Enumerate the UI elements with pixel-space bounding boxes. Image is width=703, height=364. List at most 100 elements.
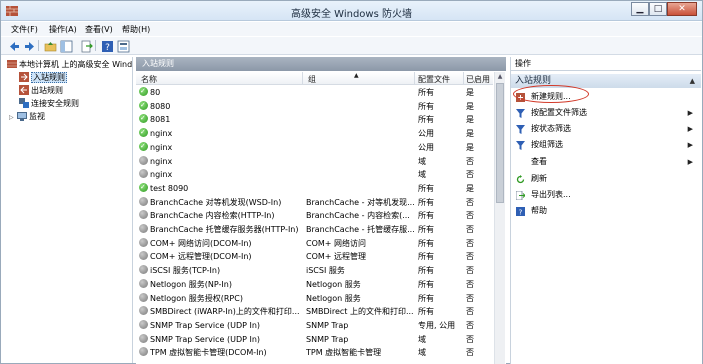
rule-profile: 所有	[418, 225, 434, 234]
help-icon: ?	[102, 41, 113, 53]
tree-root[interactable]: 本地计算机 上的高级安全 Windows...	[7, 59, 133, 71]
rule-name-text: Netlogon 服务(NP-In)	[150, 279, 232, 289]
table-row[interactable]: 8081 所有 是	[136, 113, 493, 127]
rule-enabled: 否	[466, 334, 474, 344]
table-row[interactable]: Netlogon 服务(NP-In) Netlogon 服务 所有 否	[136, 278, 493, 292]
action-item[interactable]: 查看 ▶	[511, 155, 701, 169]
rule-profile: 所有	[418, 183, 434, 193]
expand-arrow-icon[interactable]: ▷	[9, 112, 17, 124]
rule-name: nginx	[139, 168, 304, 182]
action-item[interactable]: 按配置文件筛选 ▶	[511, 106, 701, 120]
properties-button[interactable]	[116, 39, 130, 53]
rule-profile: 所有	[418, 266, 434, 276]
enabled-rule-icon	[139, 128, 148, 138]
action-item[interactable]: 导出列表...	[511, 188, 701, 202]
title-bar[interactable]: 高级安全 Windows 防火墙 ▁ □ ✕	[1, 1, 702, 21]
table-row[interactable]: COM+ 远程管理(DCOM-In) COM+ 远程管理 所有 否	[136, 250, 493, 264]
action-label: 按配置文件筛选	[531, 108, 587, 117]
table-row[interactable]: COM+ 网络访问(DCOM-In) COM+ 网络访问 所有 否	[136, 237, 493, 251]
tree-item-inbound[interactable]: 入站规则	[19, 72, 67, 84]
tree-root-label: 本地计算机 上的高级安全 Windows...	[19, 60, 133, 69]
action-item[interactable]: 按状态筛选 ▶	[511, 122, 701, 136]
rule-group: SNMP Trap	[306, 320, 349, 330]
table-row[interactable]: 8080 所有 是	[136, 100, 493, 114]
action-item[interactable]: ? 帮助	[511, 204, 701, 218]
rule-name-text: BranchCache 托管缓存服务器(HTTP-In)	[150, 225, 299, 234]
export-button[interactable]	[79, 39, 93, 53]
rule-enabled: 是	[466, 115, 474, 125]
rule-profile: 公用	[418, 129, 434, 139]
table-row[interactable]: 80 所有 是	[136, 86, 493, 100]
help-button[interactable]: ?	[100, 39, 113, 53]
table-row[interactable]: nginx 域 否	[136, 168, 493, 182]
action-label: 导出列表...	[531, 190, 571, 199]
column-group[interactable]: 组	[308, 74, 316, 85]
table-row[interactable]: SMBDirect (iWARP-In)上的文件和打印... SMBDirect …	[136, 305, 493, 319]
tree-item-label: 监视	[29, 112, 45, 121]
table-row[interactable]: test 8090 所有 是	[136, 182, 493, 196]
column-profile[interactable]: 配置文件	[418, 74, 450, 85]
rule-enabled: 否	[466, 252, 474, 262]
rule-name-text: SMBDirect (iWARP-In)上的文件和打印...	[150, 307, 300, 317]
maximize-button[interactable]: □	[649, 2, 667, 16]
submenu-arrow-icon: ▶	[687, 109, 693, 117]
scroll-thumb[interactable]	[496, 83, 504, 203]
rule-name: Netlogon 服务授权(RPC)	[139, 292, 304, 306]
rule-profile: 所有	[418, 101, 434, 111]
rule-name-text: TPM 虚拟智能卡管理(DCOM-In)	[150, 348, 267, 358]
close-button[interactable]: ✕	[667, 2, 697, 16]
rule-profile: 所有	[418, 88, 434, 97]
rule-enabled: 是	[466, 129, 474, 139]
collapse-arrow-icon[interactable]: ▲	[690, 74, 695, 88]
rule-name-text: 8081	[150, 115, 171, 125]
action-item[interactable]: 刷新	[511, 172, 701, 186]
toolbar-divider	[38, 40, 39, 51]
rule-name: SNMP Trap Service (UDP In)	[139, 319, 304, 333]
rule-name-text: 8080	[150, 101, 171, 111]
rule-name-text: COM+ 远程管理(DCOM-In)	[150, 252, 252, 262]
up-folder-button[interactable]	[43, 39, 57, 52]
table-row[interactable]: Netlogon 服务授权(RPC) Netlogon 服务 所有 否	[136, 292, 493, 306]
table-row[interactable]: SNMP Trap Service (UDP In) SNMP Trap 专用, 公…	[136, 319, 493, 333]
rule-profile: 公用	[418, 142, 434, 152]
column-divider[interactable]	[414, 72, 415, 85]
rule-name-text: test 8090	[150, 183, 189, 193]
tree-item-monitoring[interactable]: ▷ 监视	[9, 111, 45, 123]
table-row[interactable]: TPM 虚拟智能卡管理(DCOM-In) TPM 虚拟智能卡管理 域 否	[136, 346, 493, 360]
column-name[interactable]: 名称	[141, 74, 157, 85]
scroll-up-icon[interactable]: ▲	[495, 72, 505, 82]
submenu-arrow-icon: ▶	[687, 141, 693, 149]
menu-file[interactable]: 文件(F)	[11, 24, 38, 35]
column-divider[interactable]	[302, 72, 303, 85]
table-row[interactable]: BranchCache 托管缓存服务器(HTTP-In) BranchCache …	[136, 223, 493, 237]
vertical-scrollbar[interactable]: ▲	[494, 72, 505, 364]
minimize-button[interactable]: ▁	[631, 2, 649, 16]
tree-item-outbound[interactable]: 出站规则	[19, 85, 63, 97]
table-row[interactable]: iSCSI 服务(TCP-In) iSCSI 服务 所有 否	[136, 264, 493, 278]
table-row[interactable]: BranchCache 内容检索(HTTP-In) BranchCache - 内…	[136, 209, 493, 223]
pane-title: 入站规则	[136, 57, 506, 71]
show-tree-button[interactable]	[59, 39, 73, 53]
column-enabled[interactable]: 已启用	[466, 74, 490, 85]
menu-view[interactable]: 查看(V)	[85, 24, 113, 35]
rule-profile: 所有	[418, 279, 434, 289]
forward-button[interactable]	[22, 39, 35, 52]
svg-text:?: ?	[519, 209, 523, 217]
rule-profile: 域	[418, 334, 426, 344]
rule-name: BranchCache 托管缓存服务器(HTTP-In)	[139, 223, 304, 237]
table-row[interactable]: SNMP Trap Service (UDP In) SNMP Trap 域 否	[136, 333, 493, 347]
table-row[interactable]: nginx 公用 是	[136, 127, 493, 141]
menu-help[interactable]: 帮助(H)	[122, 24, 150, 35]
table-row[interactable]: nginx 公用 是	[136, 141, 493, 155]
rule-profile: 所有	[418, 293, 434, 303]
tree-item-connection-security[interactable]: 连接安全规则	[19, 98, 79, 110]
rule-enabled: 是	[466, 101, 474, 111]
back-button[interactable]	[7, 39, 20, 52]
action-item[interactable]: 按组筛选 ▶	[511, 138, 701, 152]
table-row[interactable]: nginx 域 否	[136, 155, 493, 169]
table-row[interactable]: BranchCache 对等机发现(WSD-In) BranchCache - 对…	[136, 196, 493, 210]
enabled-rule-icon	[139, 141, 148, 151]
column-divider[interactable]	[463, 72, 464, 85]
menu-action[interactable]: 操作(A)	[49, 24, 77, 35]
rule-group: SNMP Trap	[306, 334, 349, 344]
